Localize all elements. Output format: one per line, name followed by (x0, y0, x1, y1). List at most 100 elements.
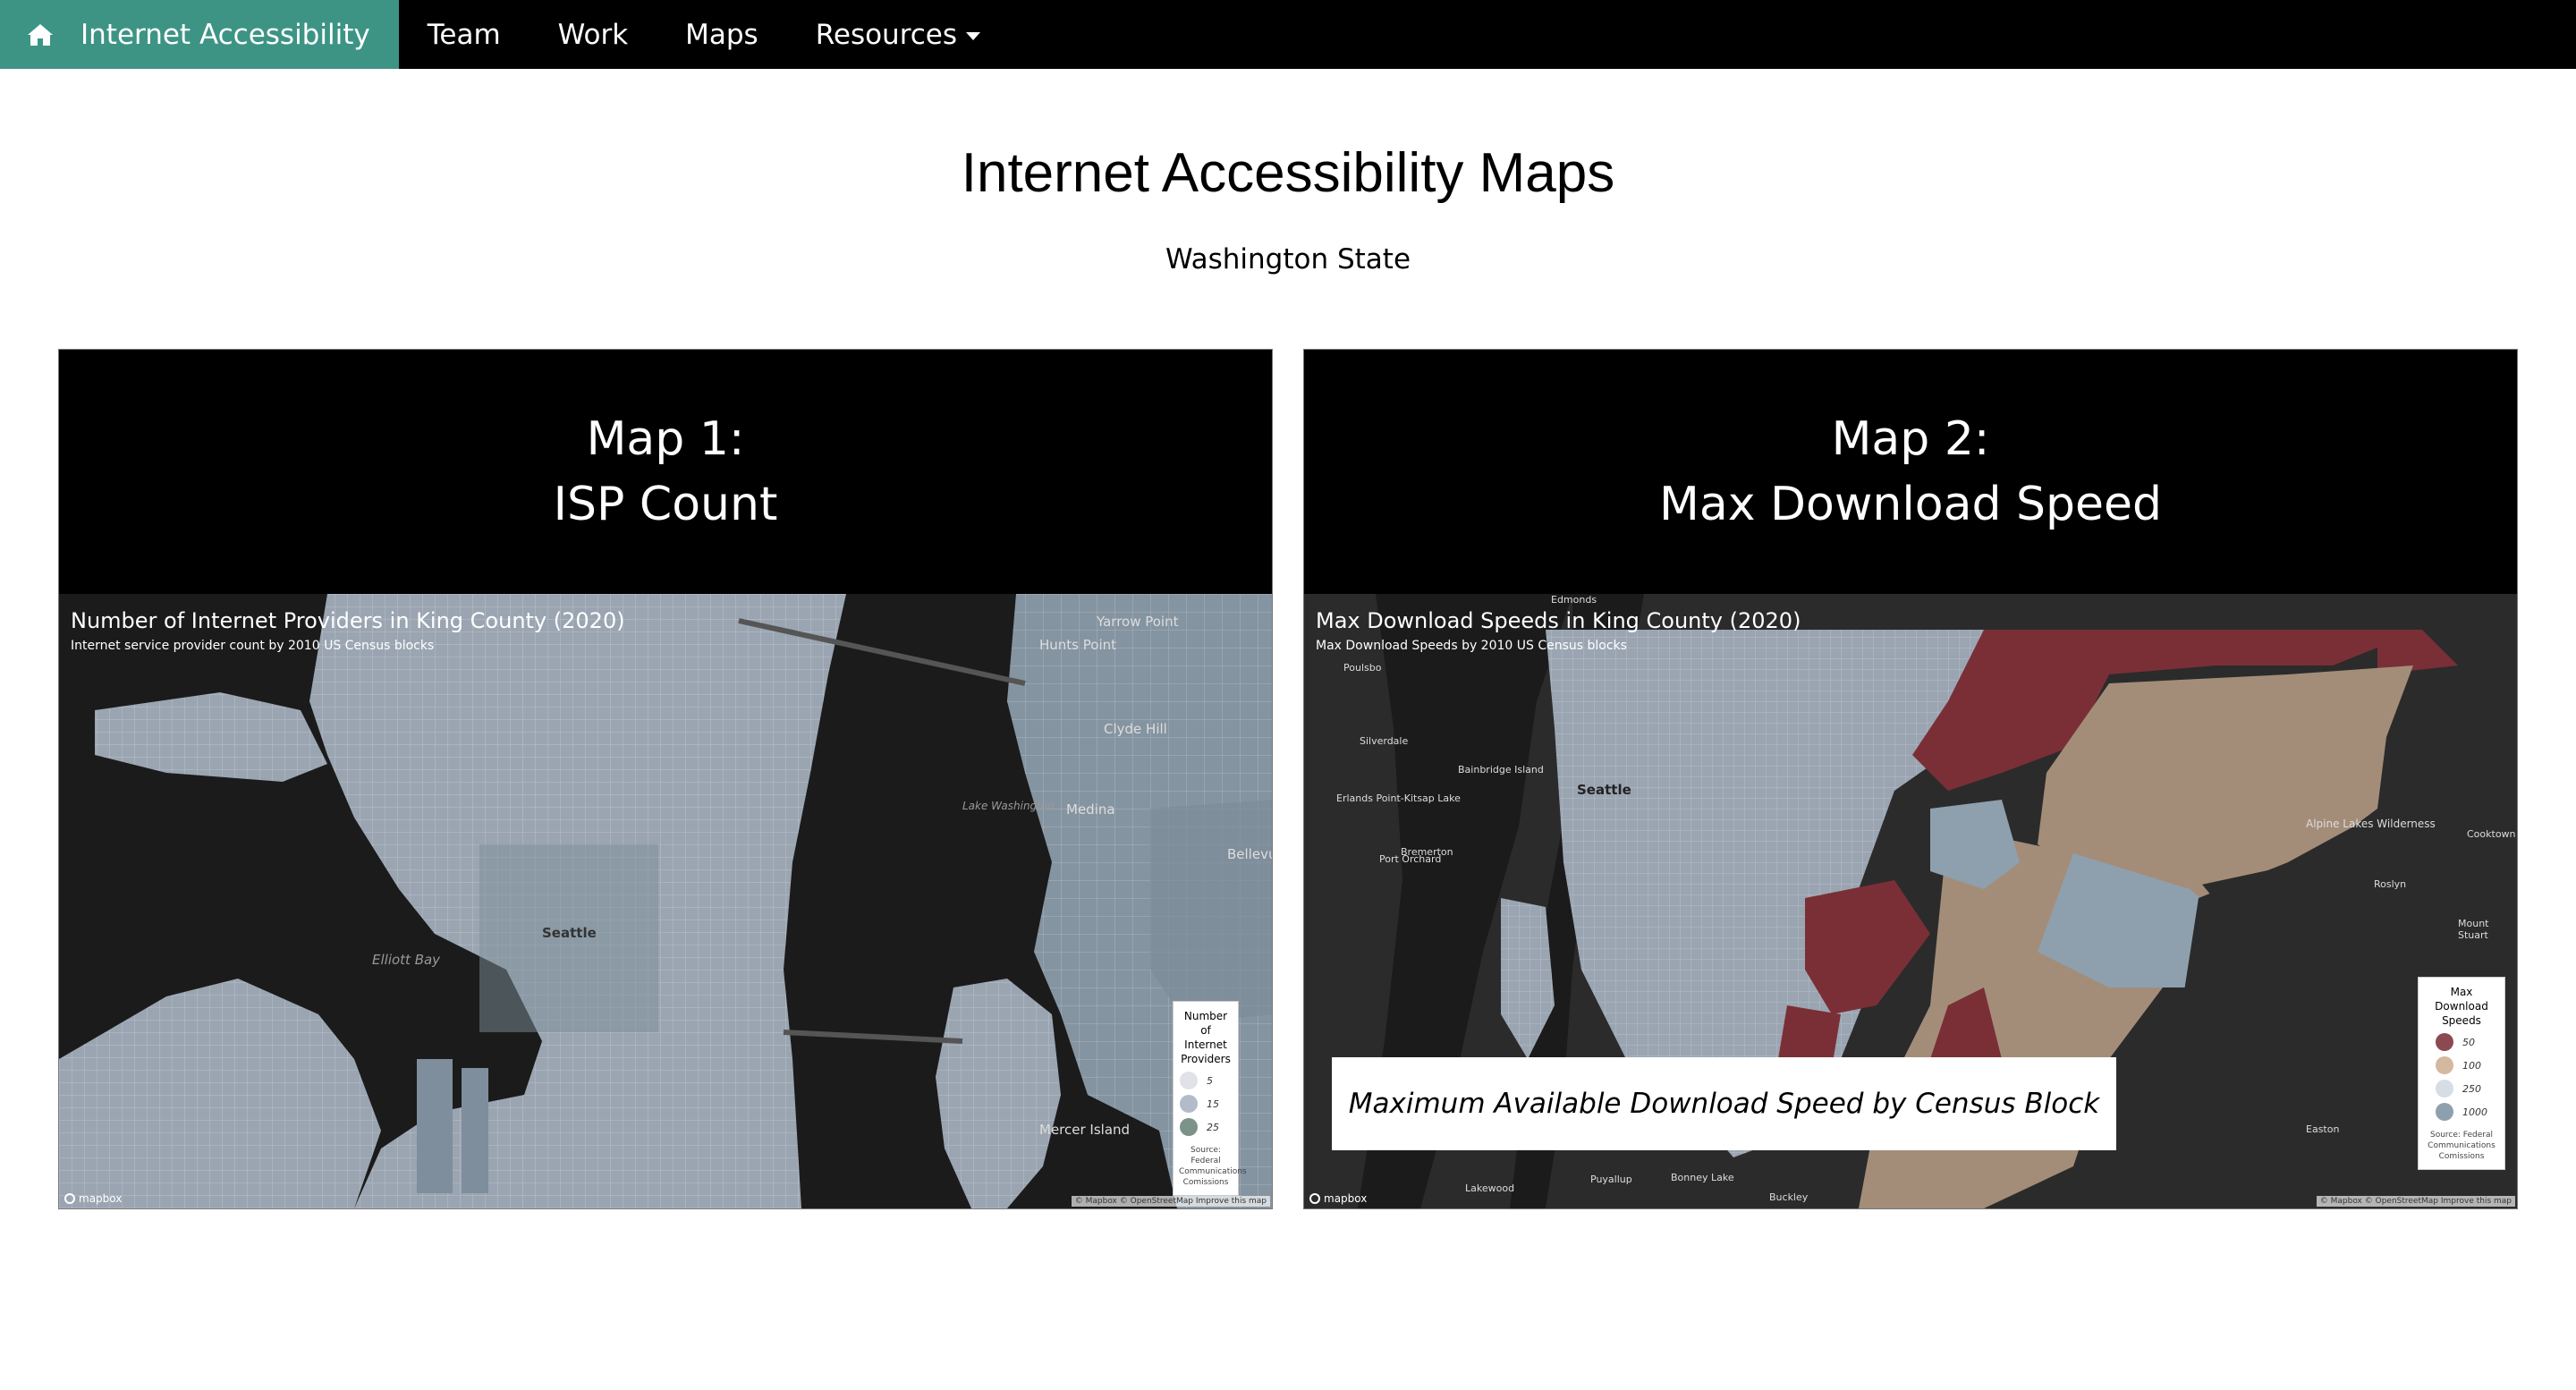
place-label: Roslyn (2374, 878, 2407, 890)
legend-source: Source: Federal Communications Comission… (1179, 1145, 1247, 1188)
place-label: Edmonds (1551, 594, 1597, 606)
legend-item: 250 (2424, 1080, 2499, 1098)
place-label: Hunts Point (1039, 637, 1117, 653)
legend-source-line: Source: Federal (2430, 1131, 2493, 1140)
legend-swatch (2436, 1033, 2453, 1051)
place-label: Bellevue (1227, 846, 1272, 862)
card-header-line1: Map 2: (1831, 411, 1990, 466)
nav-item-resources-dropdown[interactable]: Resources (787, 0, 1009, 69)
legend-value: 1000 (2462, 1106, 2487, 1118)
nav-item-maps[interactable]: Maps (657, 0, 787, 69)
map-subtitle: Internet service provider count by 2010 … (71, 639, 435, 653)
legend-item: 50 (2424, 1033, 2499, 1051)
place-label: Erlands Point-Kitsap Lake (1336, 792, 1461, 804)
legend-item: 25 (1179, 1118, 1233, 1136)
map-caption: Maximum Available Download Speed by Cens… (1332, 1057, 2116, 1150)
place-label: Bonney Lake (1671, 1172, 1734, 1183)
legend-source-line: Communications (1179, 1167, 1247, 1176)
map-title: Number of Internet Providers in King Cou… (71, 608, 625, 633)
card-header-line1: Map 1: (586, 411, 745, 466)
legend-item: 5 (1179, 1072, 1233, 1089)
legend-item: 15 (1179, 1095, 1233, 1113)
place-label: Bainbridge Island (1458, 764, 1544, 776)
mapbox-logo-text: mapbox (1324, 1192, 1368, 1205)
legend-item: 100 (2424, 1056, 2499, 1074)
legend-title-line: Providers (1181, 1053, 1231, 1065)
place-label: Seattle (542, 925, 597, 941)
legend-swatch (2436, 1056, 2453, 1074)
legend-value: 50 (2462, 1036, 2475, 1048)
map-card-download-speed: Map 2: Max Download Speed Max Download S… (1303, 349, 2518, 1209)
card-header: Map 1: ISP Count (59, 350, 1272, 594)
download-speed-map[interactable]: Max Download Speeds in King County (2020… (1304, 594, 2517, 1208)
place-label: Yarrow Point (1097, 614, 1179, 630)
map-title: Max Download Speeds in King County (2020… (1316, 608, 1801, 633)
navbar: Internet Accessibility Team Work Maps Re… (0, 0, 2576, 69)
legend-title-line: Download (2435, 1000, 2488, 1013)
legend-value: 15 (1207, 1098, 1219, 1110)
mapbox-logo-text: mapbox (79, 1192, 123, 1205)
place-label: Port Orchard (1379, 853, 1442, 865)
legend-value: 25 (1207, 1121, 1219, 1133)
map-subtitle: Max Download Speeds by 2010 US Census bl… (1316, 639, 1627, 653)
legend-value: 250 (2462, 1082, 2481, 1095)
page-title: Internet Accessibility Maps (961, 142, 1615, 204)
legend-swatch (2436, 1103, 2453, 1121)
card-header-line2: ISP Count (553, 477, 778, 531)
place-label: Puyallup (1590, 1174, 1632, 1185)
isp-count-map[interactable]: Number of Internet Providers in King Cou… (59, 594, 1272, 1208)
legend-source: Source: Federal Communications Comission… (2424, 1130, 2499, 1162)
place-label: Buckley (1769, 1191, 1809, 1203)
map-attribution[interactable]: © Mapbox © OpenStreetMap Improve this ma… (2316, 1196, 2515, 1207)
place-label: Silverdale (1360, 735, 1409, 747)
legend-title-line: Speeds (2442, 1014, 2481, 1027)
place-label: Seattle (1577, 782, 1631, 798)
place-label: Easton (2306, 1123, 2340, 1135)
legend-value: 100 (2462, 1059, 2481, 1072)
home-icon (28, 23, 53, 46)
map-attribution[interactable]: © Mapbox © OpenStreetMap Improve this ma… (1071, 1196, 1270, 1207)
card-header-line2: Max Download Speed (1658, 477, 2163, 531)
nav-team-label: Team (427, 18, 501, 51)
legend-swatch (1180, 1118, 1198, 1136)
isp-map-basemap (59, 594, 1272, 1208)
card-header: Map 2: Max Download Speed (1304, 350, 2517, 594)
legend-source-line: Comissions (2438, 1152, 2485, 1161)
legend-title-line: Max (2450, 986, 2473, 998)
place-label: Lake Washington (962, 800, 1055, 812)
legend-value: 5 (1207, 1074, 1213, 1087)
mapbox-logo-icon (64, 1193, 75, 1204)
mapbox-logo[interactable]: mapbox (64, 1192, 122, 1205)
legend-title-line: Number of (1183, 1010, 1228, 1037)
place-label: Poulsbo (1343, 662, 1382, 674)
legend-title-line: Internet (1184, 1038, 1227, 1051)
legend-source-line: Comissions (1182, 1178, 1229, 1187)
place-label: Clyde Hill (1104, 721, 1167, 737)
map-card-isp-count: Map 1: ISP Count Number of Internet Prov… (58, 349, 1273, 1209)
page-subtitle: Washington State (1165, 243, 1411, 275)
place-label: Cooktown (2467, 828, 2516, 840)
mapbox-logo[interactable]: mapbox (1309, 1192, 1367, 1205)
map-legend: Number of Internet Providers 5 15 25 Sou… (1173, 1001, 1247, 1196)
place-label: Mercer Island (1039, 1122, 1131, 1138)
nav-item-work[interactable]: Work (530, 0, 657, 69)
place-label: Alpine Lakes Wilderness (2306, 818, 2436, 830)
nav-maps-label: Maps (685, 18, 758, 51)
legend-source-line: Communications (2428, 1141, 2496, 1150)
nav-resources-label: Resources (815, 18, 958, 51)
legend-title: Max Download Speeds (2424, 985, 2499, 1028)
mapbox-logo-icon (1309, 1193, 1320, 1204)
caret-down-icon (966, 31, 981, 40)
legend-title: Number of Internet Providers (1179, 1009, 1233, 1066)
nav-item-team[interactable]: Team (399, 0, 530, 69)
legend-item: 1000 (2424, 1103, 2499, 1121)
legend-source-line: Source: Federal (1191, 1146, 1221, 1165)
brand-link[interactable]: Internet Accessibility (0, 0, 399, 69)
legend-swatch (1180, 1095, 1198, 1113)
place-label: Mount Stuart (2458, 918, 2489, 941)
legend-swatch (1180, 1072, 1198, 1089)
legend-swatch (2436, 1080, 2453, 1098)
map-legend: Max Download Speeds 50 100 250 1000 Sour… (2418, 977, 2505, 1170)
nav-work-label: Work (557, 18, 629, 51)
brand-label: Internet Accessibility (80, 18, 370, 51)
